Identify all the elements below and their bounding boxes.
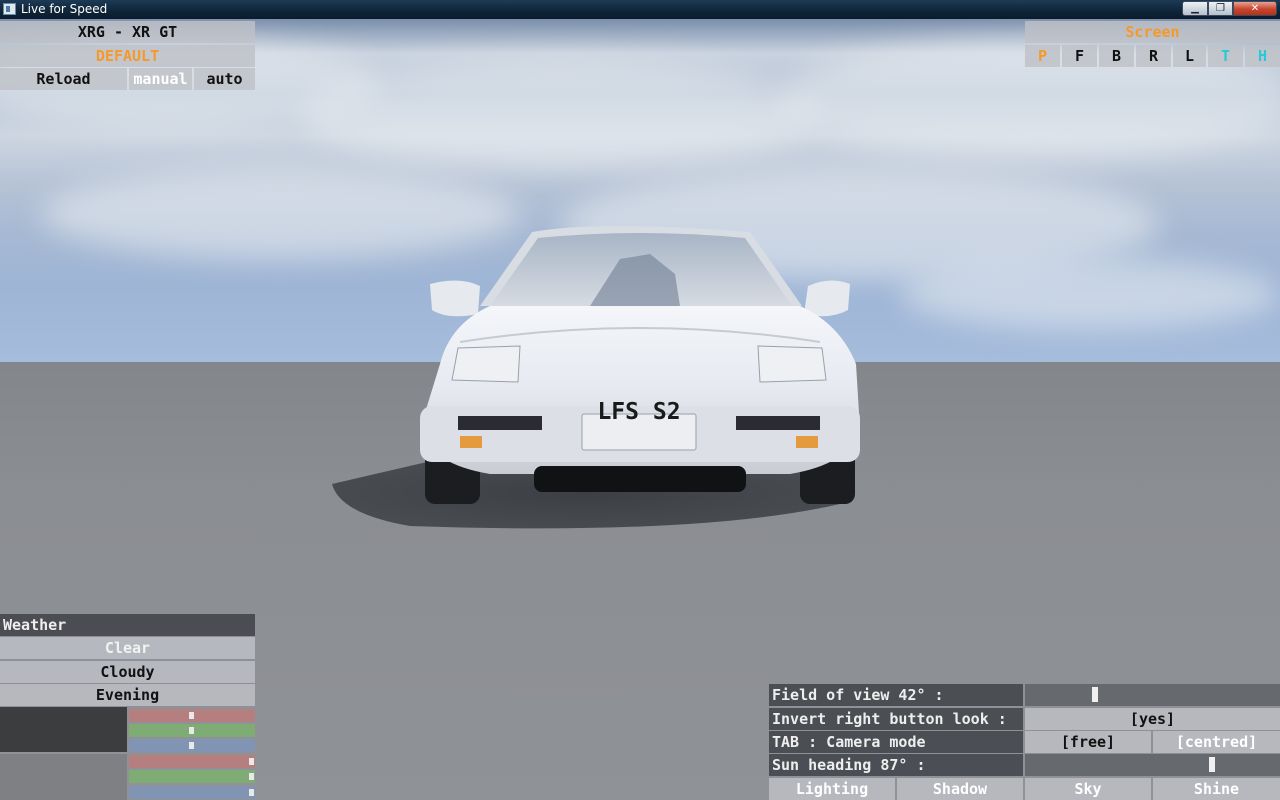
fov-label: Field of view 42° : (769, 684, 1023, 706)
app-icon (3, 3, 16, 15)
manual-button[interactable]: manual (129, 68, 192, 90)
ambient-green-slider[interactable] (129, 724, 255, 737)
invert-look-toggle[interactable]: [yes] (1025, 708, 1280, 730)
tab-sky[interactable]: Sky (1025, 778, 1151, 800)
close-button[interactable]: ✕ (1233, 1, 1277, 16)
directional-red-slider[interactable] (129, 755, 255, 768)
minimize-button[interactable]: ▁ (1182, 1, 1208, 16)
car-name-label: XRG - XR GT (0, 21, 255, 43)
sun-heading-label: Sun heading 87° : (769, 754, 1023, 776)
sun-heading-slider[interactable] (1025, 754, 1280, 776)
fov-slider[interactable] (1025, 684, 1280, 706)
window-titlebar: Live for Speed ▁ ❐ ✕ (0, 0, 1280, 19)
tab-shine[interactable]: Shine (1153, 778, 1280, 800)
maximize-button[interactable]: ❐ (1208, 1, 1233, 16)
close-icon: ✕ (1250, 3, 1260, 14)
minimize-icon: ▁ (1191, 3, 1199, 14)
directional-color-swatch (0, 754, 127, 800)
camera-mode-label: TAB : Camera mode (769, 731, 1023, 753)
screen-panel-title: Screen (1025, 21, 1280, 43)
car-model (332, 226, 860, 529)
ambient-red-slider[interactable] (129, 709, 255, 722)
weather-panel-title: Weather (0, 614, 255, 636)
camera-mode-free-button[interactable]: [free] (1025, 731, 1151, 753)
slider-knob[interactable] (249, 773, 254, 780)
setup-name-label: DEFAULT (0, 45, 255, 67)
view-button-f[interactable]: F (1062, 45, 1097, 67)
fov-slider-knob[interactable] (1092, 687, 1098, 702)
ambient-blue-slider[interactable] (129, 739, 255, 752)
view-button-b[interactable]: B (1099, 45, 1134, 67)
slider-knob[interactable] (189, 727, 194, 734)
slider-knob[interactable] (189, 742, 194, 749)
view-button-r[interactable]: R (1136, 45, 1171, 67)
reload-button[interactable]: Reload (0, 68, 127, 90)
window-title: Live for Speed (21, 2, 108, 16)
slider-knob[interactable] (249, 758, 254, 765)
restore-icon: ❐ (1216, 3, 1225, 14)
view-button-p[interactable]: P (1025, 45, 1060, 67)
ambient-color-swatch (0, 707, 127, 752)
invert-look-label: Invert right button look : (769, 708, 1023, 730)
slider-knob[interactable] (189, 712, 194, 719)
weather-cloudy-button[interactable]: Cloudy (0, 661, 255, 683)
weather-clear-button[interactable]: Clear (0, 637, 255, 659)
directional-green-slider[interactable] (129, 770, 255, 783)
sun-heading-slider-knob[interactable] (1209, 757, 1215, 772)
weather-evening-button[interactable]: Evening (0, 684, 255, 706)
slider-knob[interactable] (249, 789, 254, 796)
view-button-l[interactable]: L (1173, 45, 1206, 67)
directional-blue-slider[interactable] (129, 786, 255, 799)
license-plate-text: LFS S2 (597, 399, 681, 425)
auto-button[interactable]: auto (194, 68, 255, 90)
tab-lighting[interactable]: Lighting (769, 778, 895, 800)
view-button-t[interactable]: T (1208, 45, 1243, 67)
tab-shadow[interactable]: Shadow (897, 778, 1023, 800)
view-button-h[interactable]: H (1245, 45, 1280, 67)
camera-mode-centred-button[interactable]: [centred] (1153, 731, 1280, 753)
